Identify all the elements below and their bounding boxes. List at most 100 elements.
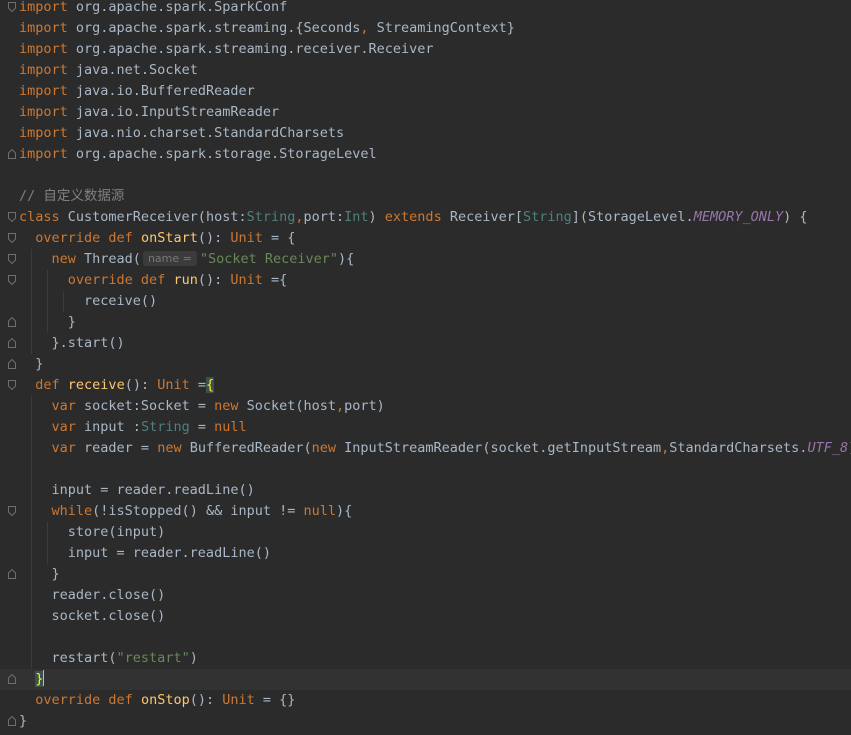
parameter-hint: name = <box>142 251 197 266</box>
code-token: input : <box>75 419 141 435</box>
code-text: var socket:Socket = new Socket(host,port… <box>19 396 385 417</box>
code-line[interactable]: import java.net.Socket <box>0 60 851 81</box>
code-token: ){ <box>338 251 355 267</box>
fold-close-icon[interactable] <box>8 359 16 369</box>
fold-close-icon[interactable] <box>8 716 16 726</box>
code-text: } <box>19 669 45 690</box>
code-line[interactable] <box>0 459 851 480</box>
code-token: reader = <box>75 440 158 456</box>
code-line[interactable]: store(input) <box>0 522 851 543</box>
fold-open-icon[interactable] <box>8 275 16 285</box>
code-line[interactable] <box>0 627 851 648</box>
code-line[interactable]: // 自定义数据源 <box>0 186 851 207</box>
indent-guide <box>31 396 32 669</box>
indent-guide <box>47 270 48 333</box>
fold-close-icon[interactable] <box>8 569 16 579</box>
code-line[interactable]: import org.apache.spark.storage.StorageL… <box>0 144 851 165</box>
code-token: MEMORY_ONLY <box>693 209 784 225</box>
code-token: import <box>19 41 68 57</box>
code-token: StreamingContext} <box>368 20 515 36</box>
code-line[interactable]: import org.apache.spark.streaming.receiv… <box>0 39 851 60</box>
code-line[interactable]: reader.close() <box>0 585 851 606</box>
fold-close-icon[interactable] <box>8 338 16 348</box>
code-token: { <box>206 377 215 393</box>
fold-open-icon[interactable] <box>8 2 16 12</box>
code-line[interactable]: import java.io.BufferedReader <box>0 81 851 102</box>
code-line[interactable]: var socket:Socket = new Socket(host,port… <box>0 396 851 417</box>
code-token: import <box>19 104 68 120</box>
code-line[interactable]: input = reader.readLine() <box>0 543 851 564</box>
code-line[interactable]: input = reader.readLine() <box>0 480 851 501</box>
code-line[interactable]: socket.close() <box>0 606 851 627</box>
code-token: var <box>51 419 76 435</box>
code-line[interactable]: } <box>0 564 851 585</box>
code-line[interactable]: var reader = new BufferedReader(new Inpu… <box>0 438 851 459</box>
code-token: Unit <box>222 692 255 708</box>
code-line[interactable]: receive() <box>0 291 851 312</box>
code-text: import org.apache.spark.storage.StorageL… <box>19 144 377 165</box>
code-text: new Thread(name = "Socket Receiver"){ <box>19 249 354 270</box>
code-token: } <box>19 713 28 729</box>
code-text: import org.apache.spark.streaming.{Secon… <box>19 18 515 39</box>
code-line[interactable]: import org.apache.spark.streaming.{Secon… <box>0 18 851 39</box>
code-token: port) <box>344 398 385 414</box>
code-token: } <box>19 566 60 582</box>
code-token: = {} <box>254 692 296 708</box>
code-line[interactable]: } <box>0 711 851 732</box>
code-token: java.io.BufferedReader <box>67 83 255 99</box>
code-line[interactable]: restart("restart") <box>0 648 851 669</box>
code-line[interactable]: new Thread(name = "Socket Receiver"){ <box>0 249 851 270</box>
fold-open-icon[interactable] <box>8 233 16 243</box>
code-token: new <box>157 440 182 456</box>
code-line[interactable]: import java.io.InputStreamReader <box>0 102 851 123</box>
fold-close-icon[interactable] <box>8 317 16 327</box>
code-token: ={ <box>262 272 288 288</box>
code-line[interactable]: override def run(): Unit ={ <box>0 270 851 291</box>
code-token: while <box>51 503 93 519</box>
fold-close-icon[interactable] <box>8 149 16 159</box>
code-token: null <box>214 419 247 435</box>
code-token: import <box>19 20 68 36</box>
code-token: String <box>522 209 572 225</box>
fold-open-icon[interactable] <box>8 506 16 516</box>
code-line[interactable]: } <box>0 312 851 333</box>
code-text: input = reader.readLine() <box>19 543 271 564</box>
code-line[interactable]: override def onStop(): Unit = {} <box>0 690 851 711</box>
fold-close-icon[interactable] <box>8 674 16 684</box>
code-line[interactable]: }.start() <box>0 333 851 354</box>
code-token: ) { <box>783 209 808 225</box>
code-line[interactable]: while(!isStopped() && input != null){ <box>0 501 851 522</box>
code-token: socket:Socket = <box>75 398 215 414</box>
code-token: , <box>336 398 345 414</box>
code-token: } <box>35 671 44 687</box>
code-token: ){ <box>336 503 353 519</box>
code-line[interactable]: var input :String = null <box>0 417 851 438</box>
code-line[interactable] <box>0 165 851 186</box>
code-text: socket.close() <box>19 606 166 627</box>
code-token: override def <box>35 692 133 708</box>
code-text: store(input) <box>19 522 166 543</box>
code-text: var input :String = null <box>19 417 247 438</box>
code-token: Thread( <box>75 251 141 267</box>
text-caret <box>43 670 45 686</box>
code-line[interactable]: class CustomerReceiver(host:String,port:… <box>0 207 851 228</box>
code-line[interactable]: def receive(): Unit ={ <box>0 375 851 396</box>
code-line[interactable]: import java.nio.charset.StandardCharsets <box>0 123 851 144</box>
code-line[interactable]: override def onStart(): Unit = { <box>0 228 851 249</box>
code-line[interactable]: } <box>0 669 851 690</box>
code-token: } <box>19 356 44 372</box>
code-token: def <box>35 377 60 393</box>
code-token: onStart <box>140 230 198 246</box>
fold-open-icon[interactable] <box>8 254 16 264</box>
fold-open-icon[interactable] <box>8 380 16 390</box>
code-line[interactable]: import org.apache.spark.SparkConf <box>0 0 851 18</box>
fold-open-icon[interactable] <box>8 212 16 222</box>
code-token: String <box>246 209 296 225</box>
code-editor[interactable]: import org.apache.spark.SparkConf import … <box>0 0 851 735</box>
code-line[interactable]: } <box>0 354 851 375</box>
code-text: import java.nio.charset.StandardCharsets <box>19 123 344 144</box>
